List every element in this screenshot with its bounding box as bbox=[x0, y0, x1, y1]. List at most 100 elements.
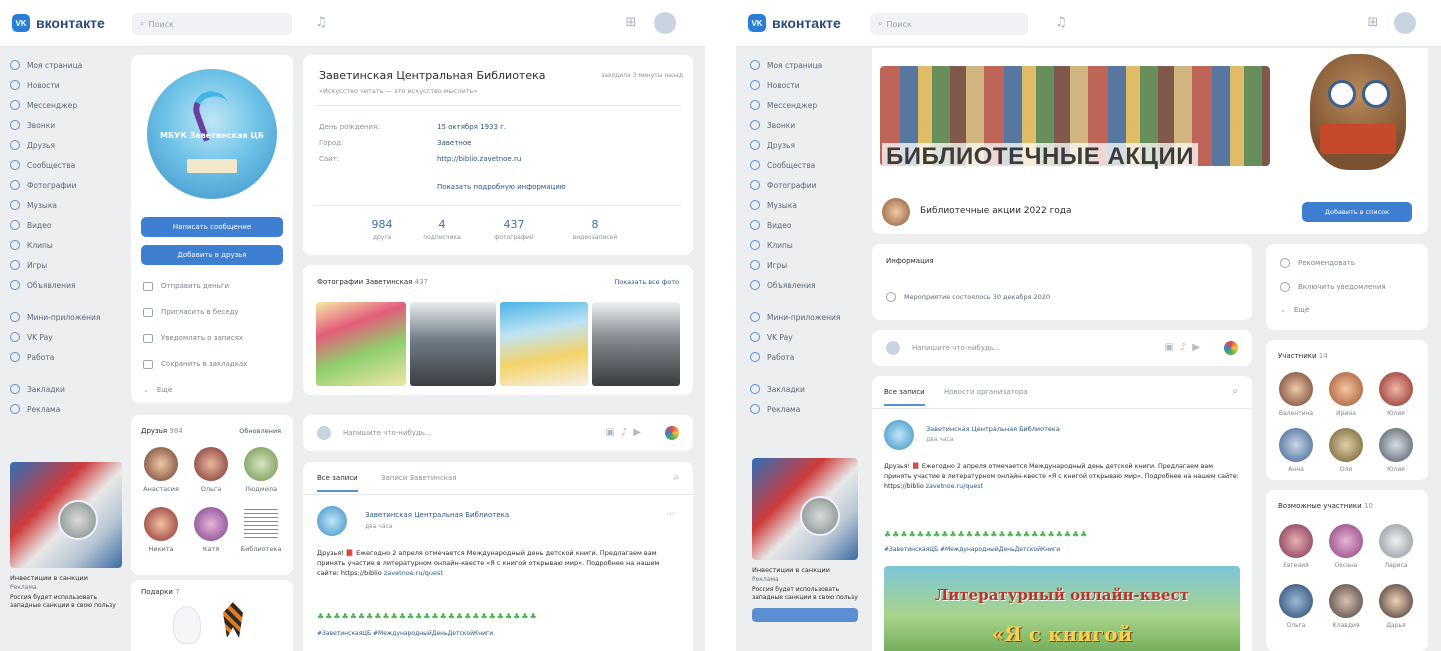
sidebar-ad[interactable]: Инвестиции в санкции Реклама Россия буде… bbox=[752, 458, 858, 622]
vk-logo[interactable]: VK вконтакте bbox=[12, 14, 105, 32]
nav-jobs[interactable]: Работа bbox=[750, 347, 860, 367]
nav-clips[interactable]: Клипы bbox=[10, 235, 120, 255]
participant-item[interactable]: Оля bbox=[1324, 428, 1368, 473]
nav-vk-pay[interactable]: VK Pay bbox=[750, 327, 860, 347]
possible-participants-header[interactable]: Возможные участники 10 bbox=[1278, 502, 1373, 510]
friend-item[interactable]: Никита bbox=[139, 507, 183, 553]
photo-thumbnail[interactable] bbox=[500, 302, 588, 386]
more-action[interactable]: ⌄ Ещё bbox=[1280, 306, 1309, 314]
nav-photos[interactable]: Фотографии bbox=[750, 175, 860, 195]
post-author-avatar[interactable] bbox=[884, 420, 914, 450]
post-author[interactable]: Заветинская Центральная Библиотека bbox=[365, 511, 509, 519]
ad-button[interactable] bbox=[752, 608, 858, 622]
search-input[interactable]: ⌕ Поиск bbox=[870, 13, 1028, 35]
show-all-photos-link[interactable]: Показать все фото bbox=[614, 278, 679, 286]
participant-item[interactable]: Дарья bbox=[1374, 584, 1418, 629]
write-message-button[interactable]: Написать сообщение bbox=[141, 217, 283, 237]
more-action[interactable]: ⌄ Ещё bbox=[143, 377, 283, 403]
photo-thumbnail[interactable] bbox=[316, 302, 406, 386]
counter-followers[interactable]: 4 подписчика bbox=[407, 218, 477, 241]
participant-item[interactable]: Анна bbox=[1274, 428, 1318, 473]
nav-games[interactable]: Игры bbox=[750, 255, 860, 275]
participant-item[interactable]: Клавдия bbox=[1324, 584, 1368, 629]
participant-item[interactable]: Лариса bbox=[1374, 524, 1418, 569]
notify-action[interactable]: Уведомлять о записях bbox=[143, 325, 283, 351]
nav-games[interactable]: Игры bbox=[10, 255, 120, 275]
nav-friends[interactable]: Друзья bbox=[750, 135, 860, 155]
apps-grid-icon[interactable]: ⊞ bbox=[622, 14, 640, 32]
post-composer[interactable]: Напишите что-нибудь... ▣♪▶ bbox=[303, 415, 693, 451]
more-icon[interactable]: ··· bbox=[666, 510, 675, 520]
nav-advertising[interactable]: Реклама bbox=[750, 399, 860, 419]
nav-video[interactable]: Видео bbox=[750, 215, 860, 235]
user-avatar[interactable] bbox=[654, 12, 676, 34]
friends-updates-link[interactable]: Обновления bbox=[239, 427, 281, 435]
participant-item[interactable]: Юлия bbox=[1374, 372, 1418, 417]
friend-item[interactable]: Ольга bbox=[189, 447, 233, 493]
photos-header[interactable]: Фотографии Заветинская 437 bbox=[317, 278, 428, 286]
gift-ribbon-icon[interactable] bbox=[223, 602, 243, 638]
apps-grid-icon[interactable]: ⊞ bbox=[1364, 14, 1382, 32]
nav-video[interactable]: Видео bbox=[10, 215, 120, 235]
search-icon[interactable]: ⌕ bbox=[1232, 386, 1238, 397]
photo-thumbnail[interactable] bbox=[410, 302, 496, 386]
attach-icons[interactable]: ▣♪▶ bbox=[1164, 342, 1206, 353]
nav-ads[interactable]: Объявления bbox=[10, 275, 120, 295]
participant-item[interactable]: Оксана bbox=[1324, 524, 1368, 569]
nav-music[interactable]: Музыка bbox=[750, 195, 860, 215]
search-input[interactable]: ⌕ Поиск bbox=[132, 13, 292, 35]
photo-thumbnail[interactable] bbox=[592, 302, 680, 386]
post-hashtags[interactable]: #ЗаветинскаяЦБ #МеждународныйДеньДетской… bbox=[317, 630, 493, 637]
nav-photos[interactable]: Фотографии bbox=[10, 175, 120, 195]
recommend-action[interactable]: Рекомендовать bbox=[1280, 258, 1355, 268]
participant-item[interactable]: Евгения bbox=[1274, 524, 1318, 569]
send-money-action[interactable]: Отправить деньги bbox=[143, 273, 283, 299]
nav-mini-apps[interactable]: Мини-приложения bbox=[750, 307, 860, 327]
marusia-icon[interactable] bbox=[1224, 341, 1238, 355]
vk-logo[interactable]: VK вконтакте bbox=[748, 14, 841, 32]
sidebar-ad[interactable]: Инвестиции в санкции Реклама Россия буде… bbox=[10, 462, 122, 610]
friend-item[interactable]: Библиотека bbox=[239, 507, 283, 553]
add-to-list-button[interactable]: Добавить в список bbox=[1302, 202, 1412, 222]
participants-header[interactable]: Участники 14 bbox=[1278, 352, 1328, 360]
nav-ads[interactable]: Объявления bbox=[750, 275, 860, 295]
user-avatar[interactable] bbox=[1394, 12, 1416, 34]
quest-banner[interactable]: Литературный онлайн-квест «Я с книгой bbox=[884, 566, 1240, 651]
post-link[interactable]: zavetnoe.ru/quest bbox=[384, 569, 443, 577]
tab-organizer-news[interactable]: Новости организатора bbox=[944, 388, 1028, 396]
gifts-header[interactable]: Подарки 7 bbox=[141, 588, 180, 596]
nav-communities[interactable]: Сообщества bbox=[10, 155, 120, 175]
add-friend-button[interactable]: Добавить в друзья bbox=[141, 245, 283, 265]
nav-advertising[interactable]: Реклама bbox=[10, 399, 120, 419]
nav-calls[interactable]: Звонки bbox=[10, 115, 120, 135]
participant-item[interactable]: Валентина bbox=[1274, 372, 1318, 417]
nav-vk-pay[interactable]: VK Pay bbox=[10, 327, 120, 347]
tab-all-posts[interactable]: Все записи bbox=[317, 474, 358, 492]
friend-item[interactable]: Катя bbox=[189, 507, 233, 553]
nav-mini-apps[interactable]: Мини-приложения bbox=[10, 307, 120, 327]
profile-avatar[interactable]: МБУК Заветинская ЦБ bbox=[147, 69, 277, 199]
attach-icons[interactable]: ▣♪▶ bbox=[605, 427, 647, 438]
counter-videos[interactable]: 8 видеозаписей bbox=[560, 218, 630, 241]
nav-calls[interactable]: Звонки bbox=[750, 115, 860, 135]
post-author-avatar[interactable] bbox=[317, 506, 347, 536]
info-value[interactable]: http://biblio.zavetnoe.ru bbox=[437, 155, 521, 163]
friend-item[interactable]: Людмила bbox=[239, 447, 283, 493]
participant-item[interactable]: Юлия bbox=[1374, 428, 1418, 473]
post-author[interactable]: Заветинская Центральная Библиотека bbox=[926, 425, 1060, 433]
community-avatar[interactable] bbox=[882, 198, 910, 226]
invite-chat-action[interactable]: Пригласить в беседу bbox=[143, 299, 283, 325]
gift-bear-icon[interactable] bbox=[173, 606, 201, 644]
nav-my-page[interactable]: Моя страница bbox=[10, 55, 120, 75]
info-value[interactable]: Заветное bbox=[437, 139, 471, 147]
participant-item[interactable]: Ирина bbox=[1324, 372, 1368, 417]
tab-own-posts[interactable]: Записи Заветинская bbox=[381, 474, 457, 482]
nav-messenger[interactable]: Мессенджер bbox=[10, 95, 120, 115]
nav-clips[interactable]: Клипы bbox=[750, 235, 860, 255]
nav-bookmarks[interactable]: Закладки bbox=[750, 379, 860, 399]
counter-photos[interactable]: 437 фотографий bbox=[479, 218, 549, 241]
tab-all-posts[interactable]: Все записи bbox=[884, 388, 925, 406]
nav-news[interactable]: Новости bbox=[750, 75, 860, 95]
nav-bookmarks[interactable]: Закладки bbox=[10, 379, 120, 399]
nav-communities[interactable]: Сообщества bbox=[750, 155, 860, 175]
